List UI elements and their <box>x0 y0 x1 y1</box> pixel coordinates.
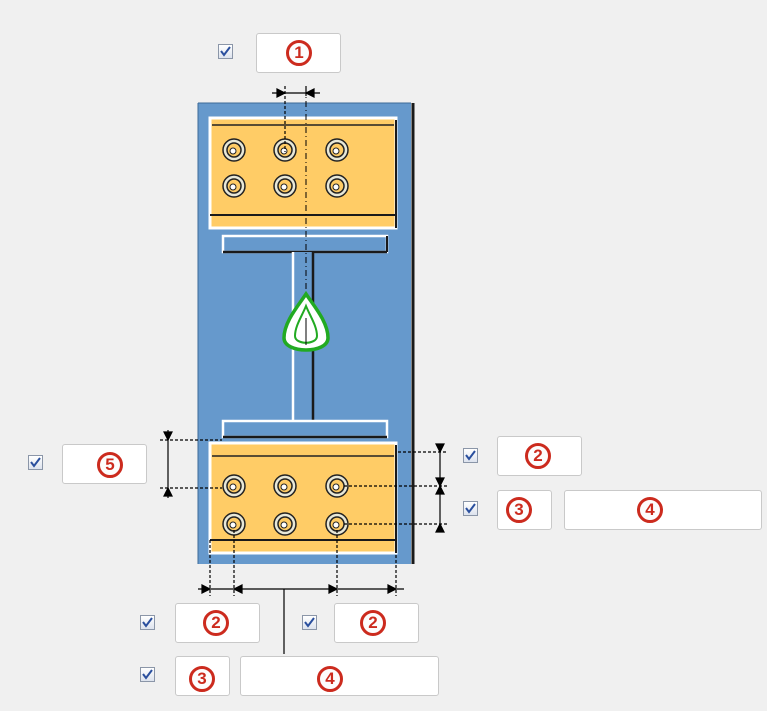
bolt-icon <box>222 174 246 198</box>
param-2-bottom-right-checkbox[interactable] <box>302 615 317 630</box>
bolt-icon <box>273 474 297 498</box>
bolt-icon <box>273 512 297 536</box>
top-end-plate <box>208 116 398 230</box>
param-3-right-badge: 3 <box>506 497 532 523</box>
param-5-checkbox[interactable] <box>28 455 43 470</box>
param-4-right-input[interactable] <box>564 490 762 530</box>
param-4-right-badge: 4 <box>637 497 663 523</box>
checkmark-icon <box>142 617 153 628</box>
param-2-bottom-left-checkbox[interactable] <box>140 615 155 630</box>
param-2-right-checkbox[interactable] <box>463 448 478 463</box>
bolt-icon <box>273 174 297 198</box>
checkmark-icon <box>142 669 153 680</box>
param-1-checkbox[interactable] <box>218 44 233 59</box>
param-2-right-badge: 2 <box>525 443 551 469</box>
bolt-icon <box>222 474 246 498</box>
bolt-icon <box>325 174 349 198</box>
checkmark-icon <box>220 46 231 57</box>
param-5-badge: 5 <box>97 452 123 478</box>
param-3-right-checkbox[interactable] <box>463 501 478 516</box>
param-3-bottom-badge: 3 <box>189 666 215 692</box>
param-4-bottom-badge: 4 <box>317 666 343 692</box>
param-1-badge: 1 <box>286 40 312 66</box>
param-2-bottom-left-badge: 2 <box>203 610 229 636</box>
checkmark-icon <box>30 457 41 468</box>
checkmark-icon <box>465 503 476 514</box>
bolt-icon <box>222 138 246 162</box>
checkmark-icon <box>304 617 315 628</box>
bottom-end-plate <box>208 441 398 555</box>
beam-top-flange <box>221 234 389 254</box>
connection-parameters-panel: 1 5 2 3 4 2 2 3 4 <box>0 0 767 711</box>
param-3-bottom-checkbox[interactable] <box>140 667 155 682</box>
checkmark-icon <box>465 450 476 461</box>
param-2-bottom-right-badge: 2 <box>360 610 386 636</box>
beam-bottom-flange <box>221 419 389 439</box>
bolt-icon <box>325 138 349 162</box>
